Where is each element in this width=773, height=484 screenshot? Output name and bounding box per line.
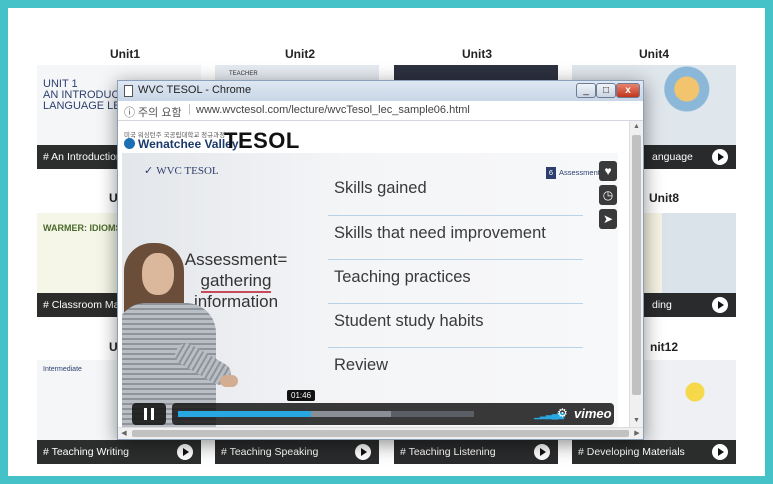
play-icon[interactable] — [534, 444, 550, 460]
unit-label-8: Unit8 — [649, 191, 679, 205]
unit-label-4: Unit4 — [639, 47, 669, 61]
settings-gear-icon[interactable]: ⚙ — [557, 406, 568, 420]
scroll-left-icon[interactable]: ◀ — [118, 428, 130, 439]
close-button[interactable]: x — [616, 83, 640, 98]
send-icon[interactable]: ➤ — [599, 209, 617, 229]
security-indicator[interactable]: ⓘ 주의 요함 — [124, 104, 182, 120]
unit-label-12: nit12 — [649, 340, 678, 354]
video-player[interactable]: WVC TESOL 6Assessment Skills gained Skil… — [122, 153, 618, 427]
lecturer — [122, 243, 242, 427]
slide-divider — [328, 347, 583, 348]
time-indicator: 01:46 — [287, 390, 316, 401]
logo-program: TESOL — [224, 128, 300, 153]
slide-bullet: Teaching practices — [334, 268, 471, 286]
address-bar[interactable]: ⓘ 주의 요함 | www.wvctesol.com/lecture/wvcTe… — [118, 101, 643, 121]
badge-text: Assessment — [559, 168, 600, 177]
play-icon[interactable] — [355, 444, 371, 460]
play-icon[interactable] — [712, 444, 728, 460]
thumb-text: WARMER: IDIOMS — [43, 223, 122, 233]
logo-icon — [124, 138, 135, 149]
player-controls: 01:46 ▁▂▃▄▅ ⚙ vimeo — [122, 390, 618, 427]
unit-label-1: Unit1 — [110, 47, 140, 61]
thumb-text: Intermediate — [43, 366, 82, 373]
unit-label-3: Unit3 — [462, 47, 492, 61]
vimeo-logo[interactable]: vimeo — [574, 406, 612, 421]
heart-icon[interactable]: ♥ — [599, 161, 617, 181]
scroll-up-icon[interactable]: ▲ — [630, 121, 643, 133]
scroll-right-icon[interactable]: ▶ — [631, 428, 643, 439]
slide-bullet: Review — [334, 356, 389, 374]
window-title: WVC TESOL - Chrome — [138, 84, 252, 96]
document-icon — [124, 85, 133, 97]
slide-badge: 6 Assessment — [546, 167, 600, 179]
progress-bar[interactable] — [178, 411, 474, 417]
play-icon[interactable] — [177, 444, 193, 460]
play-icon[interactable] — [712, 149, 728, 165]
unit-label-2: Unit2 — [285, 47, 315, 61]
chrome-popup-window[interactable]: WVC TESOL - Chrome _ □ x ⓘ 주의 요함 | www.w… — [117, 80, 644, 440]
vertical-scrollbar[interactable]: ▲ ▼ — [629, 121, 643, 427]
window-titlebar[interactable]: WVC TESOL - Chrome _ □ x — [118, 81, 643, 101]
url-text[interactable]: www.wvctesol.com/lecture/wvcTesol_lec_sa… — [196, 104, 470, 116]
control-panel: 01:46 ▁▂▃▄▅ ⚙ vimeo — [172, 390, 614, 425]
divider: | — [188, 103, 191, 115]
clock-icon[interactable]: ◷ — [599, 185, 617, 205]
slide-brand: WVC TESOL — [144, 164, 218, 177]
maximize-button[interactable]: □ — [596, 83, 616, 98]
pause-icon — [151, 408, 154, 420]
play-icon[interactable] — [712, 297, 728, 313]
lecturer-hand — [220, 375, 238, 387]
thumb-text: TEACHER — [229, 71, 258, 77]
buffered-bar — [311, 411, 392, 417]
slide-bullet: Skills gained — [334, 179, 427, 197]
lecturer-face — [142, 253, 174, 295]
played-bar — [178, 411, 312, 417]
page-content: 미국 워싱턴주 국공립대학교 정규과정 Wenatchee Valley TES… — [118, 121, 629, 427]
slide-divider — [328, 303, 583, 304]
scroll-thumb[interactable] — [632, 135, 641, 395]
scroll-thumb[interactable] — [132, 430, 629, 437]
slide-bullet: Skills that need improvement — [334, 224, 546, 242]
slide-bullet: Student study habits — [334, 312, 484, 330]
scroll-down-icon[interactable]: ▼ — [630, 415, 643, 427]
badge-number: 6 — [546, 167, 556, 179]
minimize-button[interactable]: _ — [576, 83, 596, 98]
horizontal-scrollbar[interactable]: ◀ ▶ — [118, 427, 643, 439]
pause-button[interactable] — [132, 403, 166, 425]
slide-divider — [328, 215, 583, 216]
slide-divider — [328, 259, 583, 260]
pause-icon — [144, 408, 147, 420]
